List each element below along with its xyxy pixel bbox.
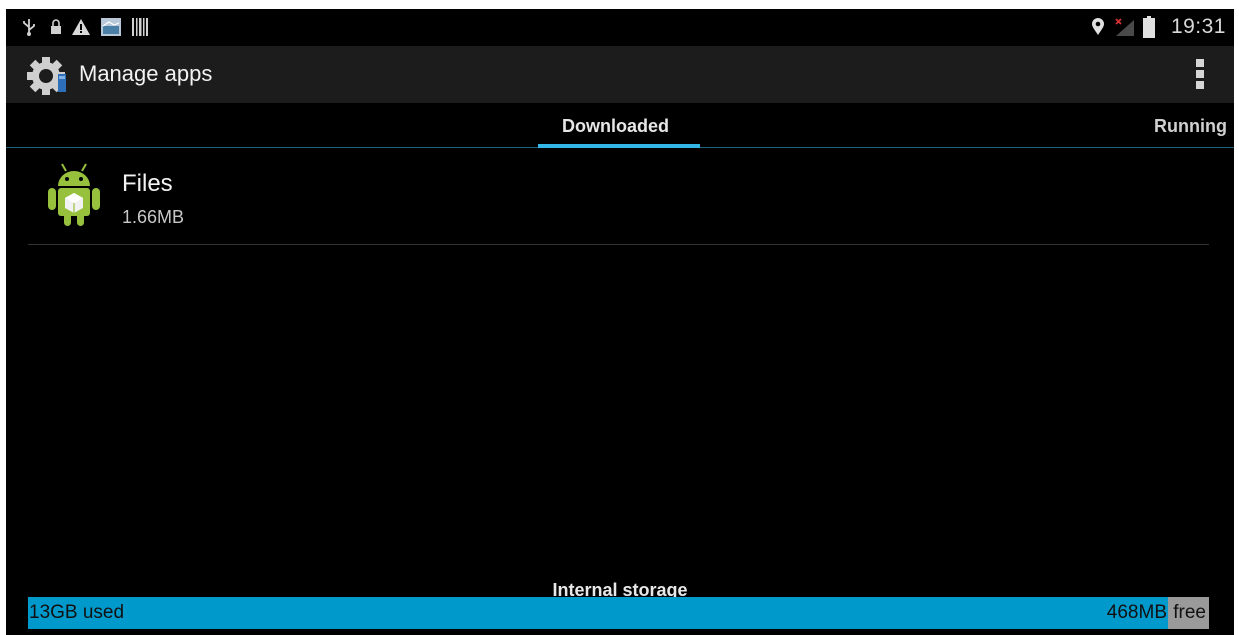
lock-icon xyxy=(51,19,61,34)
action-bar: Manage apps xyxy=(6,46,1234,103)
storage-used-text: 13GB used xyxy=(29,602,125,623)
tab-strip: Downloaded Running xyxy=(6,103,1234,149)
tab-downloaded[interactable]: Downloaded xyxy=(562,116,669,137)
app-name: Files xyxy=(122,170,173,197)
overflow-menu-icon[interactable] xyxy=(1196,59,1206,91)
overflow-dot xyxy=(1196,81,1204,89)
action-bar-title: Manage apps xyxy=(79,61,213,86)
device-screen: 19:31 Manage apps Downloaded Running Fil… xyxy=(6,9,1234,635)
storage-free-label: free xyxy=(1173,602,1206,623)
status-bar: 19:31 xyxy=(6,9,1234,46)
battery-icon xyxy=(1143,16,1155,38)
storage-bar: 13GB used 468MB free xyxy=(28,597,1209,629)
app-size: 1.66MB xyxy=(122,207,185,227)
settings-gear-icon[interactable] xyxy=(26,56,70,96)
storage-used-fill xyxy=(28,597,1168,629)
usb-icon xyxy=(23,19,35,36)
overflow-dot xyxy=(1196,59,1204,67)
tab-running[interactable]: Running xyxy=(1154,116,1227,137)
storage-free-amount: 468MB xyxy=(1106,602,1167,623)
tab-selected-indicator xyxy=(538,144,700,148)
android-app-icon xyxy=(48,163,100,226)
image-notification-icon xyxy=(101,18,121,36)
overflow-dot xyxy=(1196,70,1204,78)
status-time: 19:31 xyxy=(1170,15,1226,38)
list-item[interactable]: Files 1.66MB xyxy=(28,156,1209,245)
warning-icon xyxy=(72,19,90,35)
no-signal-icon xyxy=(1115,18,1134,36)
barcode-icon xyxy=(132,18,148,36)
location-icon xyxy=(1092,18,1104,35)
